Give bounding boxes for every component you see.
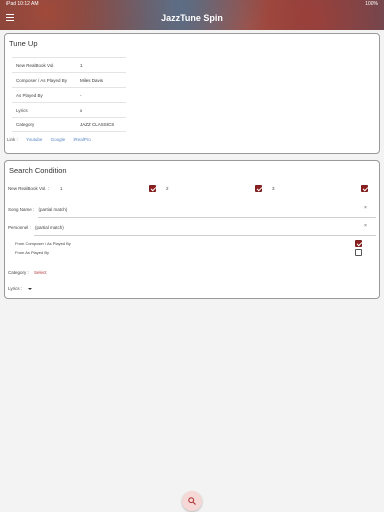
vol-option-1-label: 1 [60, 186, 63, 191]
row-value: - [80, 92, 82, 98]
from-composer-label: From Composer / As Played By [15, 241, 71, 246]
table-row: Composer / As Played By Miles Davis [12, 72, 126, 87]
battery-indicator: 100% [365, 1, 378, 7]
search-fab-button[interactable] [182, 491, 202, 511]
personnel-underline [34, 235, 376, 236]
app-header: iPad 10:12 AM 100% JazzTune Spin [0, 0, 384, 30]
links-label: Link : [7, 137, 18, 142]
personnel-input[interactable]: (partial match) [35, 225, 64, 230]
category-label: Category : [8, 270, 29, 275]
table-row: Lyrics x [12, 102, 126, 117]
personnel-clear-icon[interactable]: × [364, 223, 367, 229]
lyrics-dropdown-caret-icon[interactable] [28, 287, 33, 290]
row-label: Lyrics [16, 107, 28, 113]
links-row: Link : Youtube Google iRealPro [7, 137, 91, 142]
vol-2-checkbox[interactable] [255, 185, 262, 192]
song-name-label: Song Name : (partial match) [8, 207, 67, 212]
row-value: 1 [80, 62, 83, 68]
vol-label: New RealBook Vol. : [8, 186, 50, 191]
personnel-label: Personnel : (partial match) [8, 225, 64, 230]
search-title: Search Condition [9, 166, 67, 175]
song-name-clear-icon[interactable]: × [364, 205, 367, 211]
lyrics-row: Lyrics : [8, 286, 33, 291]
irealpro-link[interactable]: iRealPro [73, 137, 90, 142]
vol-option-2-label: 2 [166, 186, 169, 191]
from-played-label: From As Played By [15, 250, 50, 255]
tune-title: Tune Up [9, 39, 38, 48]
personnel-label-text: Personnel : [8, 225, 31, 230]
vol-1-checkbox[interactable] [149, 185, 156, 192]
vol-3-checkbox[interactable] [361, 185, 368, 192]
status-bar-left: iPad 10:12 AM [6, 1, 39, 7]
song-name-underline [38, 217, 376, 218]
lyrics-label: Lyrics : [8, 286, 23, 291]
google-link[interactable]: Google [51, 137, 66, 142]
row-label: Composer / As Played By [16, 77, 68, 83]
vol-option-3-label: 3 [272, 186, 275, 191]
app-title: JazzTune Spin [161, 13, 223, 23]
category-select-button[interactable]: Select [34, 270, 47, 275]
search-icon [188, 497, 196, 505]
table-row: Category JAZZ CLASSICS [12, 117, 126, 132]
song-name-label-text: Song Name : [8, 207, 35, 212]
table-row: New RealBook Vol. 1 [12, 57, 126, 72]
from-composer-checkbox[interactable] [355, 240, 362, 247]
table-row: As Played By - [12, 87, 126, 102]
row-value: JAZZ CLASSICS [80, 122, 115, 127]
tune-info-table: New RealBook Vol. 1 Composer / As Played… [12, 57, 126, 132]
tune-detail-card: Tune Up New RealBook Vol. 1 Composer / A… [4, 33, 380, 154]
row-label: Category [16, 122, 35, 127]
category-row: Category : Select [8, 270, 47, 275]
row-label: New RealBook Vol. [16, 62, 55, 68]
row-value: Miles Davis [80, 77, 104, 83]
song-name-input[interactable]: (partial match) [39, 207, 68, 212]
row-label: As Played By [16, 92, 43, 98]
youtube-link[interactable]: Youtube [26, 137, 42, 142]
row-value: x [80, 107, 83, 113]
from-played-checkbox[interactable] [355, 249, 362, 256]
